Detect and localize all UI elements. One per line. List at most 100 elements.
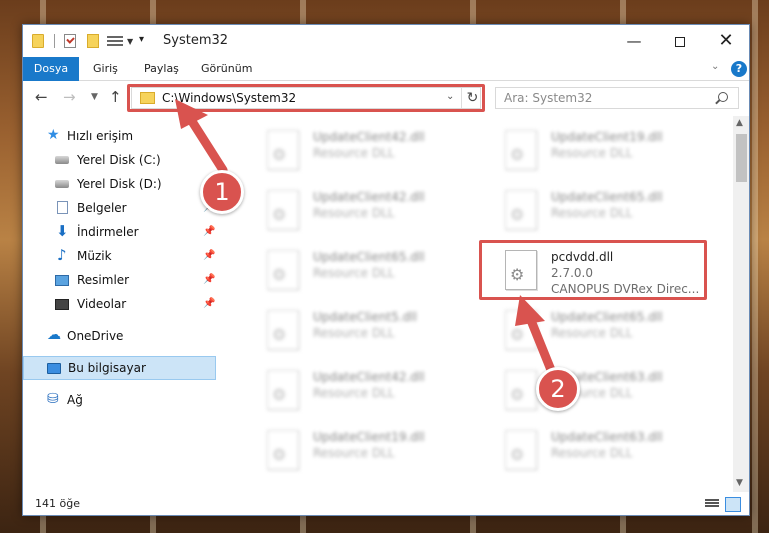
file-item[interactable]: UpdateClient42.dll Resource DLL [243,362,473,418]
file-item[interactable]: UpdateClient63.dll Resource DLL [481,362,711,418]
network-icon: ⛁ [47,391,59,407]
file-name: UpdateClient65.dll [551,310,663,324]
file-name: UpdateClient63.dll [551,430,663,444]
sidebar-item-label: Belgeler [77,201,127,215]
sidebar-item-local-disk-d[interactable]: Yerel Disk (D:) [23,172,216,196]
dll-file-icon [267,130,299,170]
dll-file-icon [267,250,299,290]
step-badge-1: 1 [200,170,244,214]
file-description: Resource DLL [551,326,633,340]
file-item[interactable]: UpdateClient5.dll Resource DLL [243,302,473,358]
sidebar-item-documents[interactable]: Belgeler 📌 [23,196,216,220]
ribbon-tabs: Dosya Giriş Paylaş Görünüm ⌄ ? [23,57,749,81]
sidebar-item-label: İndirmeler [77,225,139,239]
sidebar-item-label: Müzik [77,249,112,263]
file-item[interactable]: UpdateClient42.dll Resource DLL [243,122,473,178]
tiles-view-icon[interactable] [725,497,741,512]
drive-icon [55,180,69,188]
file-item[interactable]: UpdateClient63.dll Resource DLL [481,422,711,478]
scroll-up-icon[interactable]: ▲ [736,118,743,128]
star-icon: ★ [47,127,60,143]
tab-share[interactable]: Paylaş [144,57,179,81]
file-description: Resource DLL [551,446,633,460]
pin-icon[interactable]: 📌 [203,274,215,285]
file-description: Resource DLL [313,326,395,340]
tab-home[interactable]: Giriş [93,57,118,81]
file-description: Resource DLL [313,386,395,400]
vertical-scrollbar[interactable]: ▲ ▼ [733,116,749,492]
file-name: UpdateClient65.dll [313,250,425,264]
navigation-pane: ★ Hızlı erişim Yerel Disk (C:) Yerel Dis… [23,116,218,486]
ribbon-expand-icon[interactable]: ⌄ [711,61,719,72]
dll-file-icon [505,190,537,230]
quick-access-customize-icon[interactable]: ▼ [127,37,133,46]
search-icon[interactable] [718,92,728,102]
quick-access-dropdown-icon[interactable]: ▾ [139,34,144,45]
tab-view[interactable]: Görünüm [201,57,252,81]
file-description: Resource DLL [313,446,395,460]
new-folder-icon[interactable] [87,34,99,48]
file-name: UpdateClient19.dll [551,130,663,144]
view-options-icon[interactable] [107,34,123,48]
sidebar-item-local-disk-c[interactable]: Yerel Disk (C:) [23,148,216,172]
file-name: UpdateClient42.dll [313,130,425,144]
music-icon: ♪ [57,246,67,264]
computer-icon [47,363,61,374]
pin-icon[interactable]: 📌 [203,298,215,309]
pictures-icon [55,275,69,286]
file-item[interactable]: UpdateClient19.dll Resource DLL [243,422,473,478]
sidebar-item-music[interactable]: ♪ Müzik 📌 [23,244,216,268]
folder-icon [32,34,44,48]
window-title: System32 [163,33,229,48]
sidebar-item-label: OneDrive [67,329,124,343]
file-name: UpdateClient19.dll [313,430,425,444]
minimize-button[interactable]: — [611,25,657,57]
pin-icon[interactable]: 📌 [203,250,215,261]
file-description: Resource DLL [313,146,395,160]
details-view-icon[interactable] [705,499,719,510]
file-item[interactable]: UpdateClient65.dll Resource DLL [243,242,473,298]
forward-arrow-icon[interactable]: → [63,88,76,106]
tab-file[interactable]: Dosya [23,57,79,81]
sidebar-item-onedrive[interactable]: ☁ OneDrive [23,324,216,348]
download-icon: ⬇ [56,222,69,240]
file-name: UpdateClient65.dll [551,190,663,204]
dll-file-icon [505,430,537,470]
file-name: UpdateClient42.dll [313,190,425,204]
recent-locations-icon[interactable]: ▼ [91,92,98,102]
sidebar-item-network[interactable]: ⛁ Ağ [23,388,216,412]
scrollbar-thumb[interactable] [736,134,747,182]
maximize-icon [675,36,685,47]
file-description: Resource DLL [313,206,395,220]
dll-file-icon [267,190,299,230]
file-name: UpdateClient42.dll [313,370,425,384]
dll-file-icon [505,310,537,350]
sidebar-item-this-pc[interactable]: Bu bilgisayar [23,356,216,380]
up-arrow-icon[interactable]: ↑ [109,88,122,106]
close-button[interactable]: ✕ [703,25,749,57]
title-bar: ▼ ▾ System32 — ✕ [23,25,749,57]
sidebar-item-quick-access[interactable]: ★ Hızlı erişim [23,124,216,148]
sidebar-item-label: Yerel Disk (D:) [77,177,162,191]
sidebar-item-label: Ağ [67,393,83,407]
dll-file-icon [505,370,537,410]
help-icon[interactable]: ? [731,61,747,77]
maximize-button[interactable] [657,25,703,57]
sidebar-item-downloads[interactable]: ⬇ İndirmeler 📌 [23,220,216,244]
properties-icon[interactable] [64,34,76,48]
pin-icon[interactable]: 📌 [203,226,215,237]
documents-icon [57,201,68,214]
dll-file-icon [267,310,299,350]
file-item[interactable]: UpdateClient42.dll Resource DLL [243,182,473,238]
sidebar-item-videos[interactable]: Videolar 📌 [23,292,216,316]
file-item[interactable]: UpdateClient19.dll Resource DLL [481,122,711,178]
sidebar-item-label: Hızlı erişim [67,129,134,143]
search-input[interactable]: Ara: System32 [495,87,739,109]
status-bar: 141 öğe [23,493,749,515]
file-item[interactable]: UpdateClient65.dll Resource DLL [481,302,711,358]
file-item[interactable]: UpdateClient65.dll Resource DLL [481,182,711,238]
scroll-down-icon[interactable]: ▼ [736,478,743,488]
back-arrow-icon[interactable]: ← [35,88,48,106]
sidebar-item-pictures[interactable]: Resimler 📌 [23,268,216,292]
toolbar-separator [54,34,55,48]
